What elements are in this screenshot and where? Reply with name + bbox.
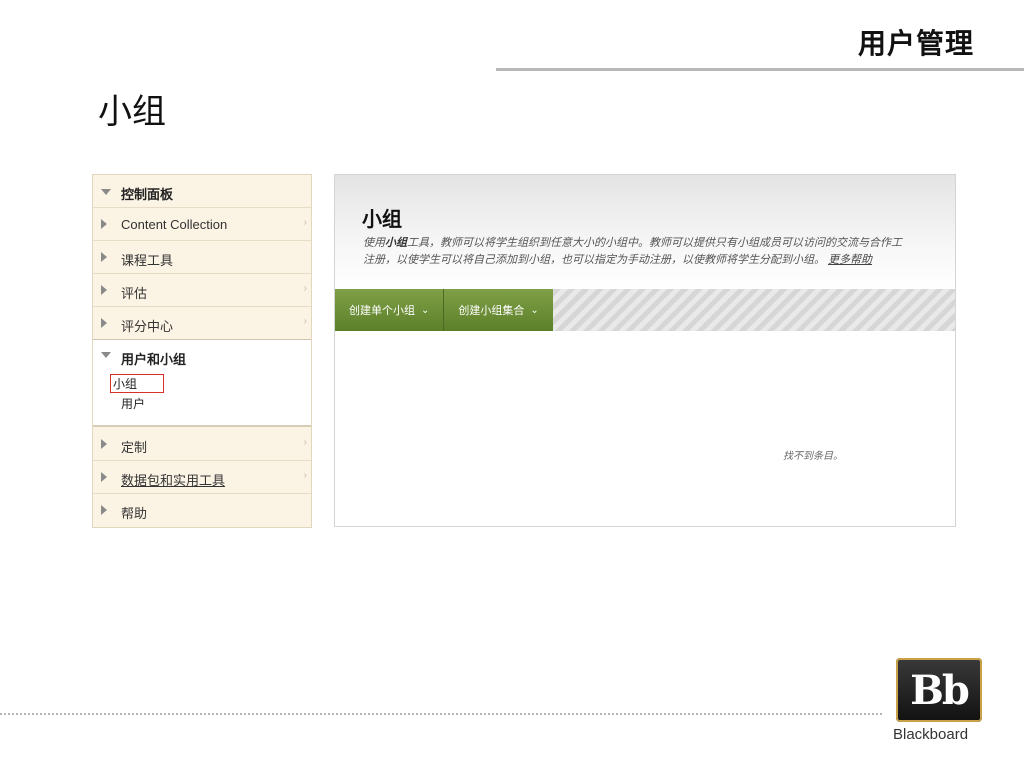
desc-text: 使用 [363,237,385,249]
expand-right-icon [101,505,107,515]
slide-title: 用户管理 [857,27,974,60]
panel-item-label: 课程工具 [121,253,174,268]
panel-item-customize[interactable]: 定制 › [93,428,311,461]
desc-text: 工具，教师可以将学生组织到任意大小的小组中。教师可以提供只有小组成员可以访问的交… [407,237,902,249]
panel-item-evaluation[interactable]: 评估 › [93,274,311,307]
panel-item-grade-center[interactable]: 评分中心 › [93,307,311,340]
desc-tool-name: 小组 [385,237,407,249]
create-group-set-button[interactable]: 创建小组集合 ⌄ [443,289,552,331]
expand-down-icon [101,352,111,358]
panel-item-users-groups[interactable]: 用户和小组 [93,340,311,370]
empty-message: 找不到条目。 [783,451,843,462]
control-panel: 控制面板 Content Collection › 课程工具 评估 › 评分中心… [92,174,312,528]
expand-down-icon [101,189,111,195]
panel-item-label: 评估 [121,286,148,301]
blackboard-logo: Bb [896,658,982,722]
panel-item-label[interactable]: 数据包和实用工具 [121,470,225,489]
panel-item-label: 定制 [121,440,148,455]
chevron-right-icon: › [303,316,307,327]
panel-item-control-panel[interactable]: 控制面板 [93,175,311,208]
panel-item-label: 评分中心 [121,319,174,334]
expand-right-icon [101,439,107,449]
content-description: 使用小组工具，教师可以将学生组织到任意大小的小组中。教师可以提供只有小组成员可以… [363,235,955,269]
expand-right-icon [101,472,107,482]
logo-wordmark: Blackboard [893,726,969,743]
expand-right-icon [101,252,107,262]
chevron-right-icon: › [303,217,307,228]
slide-heading: 小组 [98,92,166,132]
expand-right-icon [101,318,107,328]
chevron-down-icon: ⌄ [530,304,539,316]
action-button-group: 创建单个小组 ⌄ 创建小组集合 ⌄ [335,289,553,331]
groups-content-area: 小组 使用小组工具，教师可以将学生组织到任意大小的小组中。教师可以提供只有小组成… [334,174,956,527]
content-title: 小组 [362,209,402,231]
chevron-right-icon: › [303,283,307,294]
panel-item-content-collection[interactable]: Content Collection › [93,208,311,241]
desc-text: 注册，以使学生可以将自己添加到小组，也可以指定为手动注册，以使教师将学生分配到小… [363,254,825,266]
chevron-down-icon: ⌄ [421,304,430,316]
action-bar: 创建单个小组 ⌄ 创建小组集合 ⌄ [335,289,955,331]
expand-right-icon [101,285,107,295]
panel-item-help[interactable]: 帮助 [93,494,311,527]
panel-item-label: Content Collection [121,217,228,232]
button-label: 创建单个小组 [349,305,415,317]
title-divider [496,68,1024,71]
sub-link-users[interactable]: 用户 [121,395,145,412]
panel-item-packages-utilities[interactable]: 数据包和实用工具 › [93,461,311,494]
create-single-group-button[interactable]: 创建单个小组 ⌄ [335,289,443,331]
more-help-link[interactable]: 更多帮助 [828,254,872,266]
button-label: 创建小组集合 [458,305,525,317]
chevron-right-icon: › [303,437,307,448]
panel-item-label: 帮助 [121,506,148,521]
panel-section-users-groups: 用户和小组 小组 用户 [93,339,311,427]
footer-dotted-divider [0,713,882,715]
sub-link-groups[interactable]: 小组 [110,374,165,393]
logo-letters: Bb [910,666,970,714]
panel-item-label: 用户和小组 [121,352,187,367]
chevron-right-icon: › [303,470,307,481]
panel-item-label: 控制面板 [121,187,174,202]
panel-item-course-tools[interactable]: 课程工具 [93,241,311,274]
expand-right-icon [101,219,107,229]
content-header: 小组 使用小组工具，教师可以将学生组织到任意大小的小组中。教师可以提供只有小组成… [335,175,955,289]
